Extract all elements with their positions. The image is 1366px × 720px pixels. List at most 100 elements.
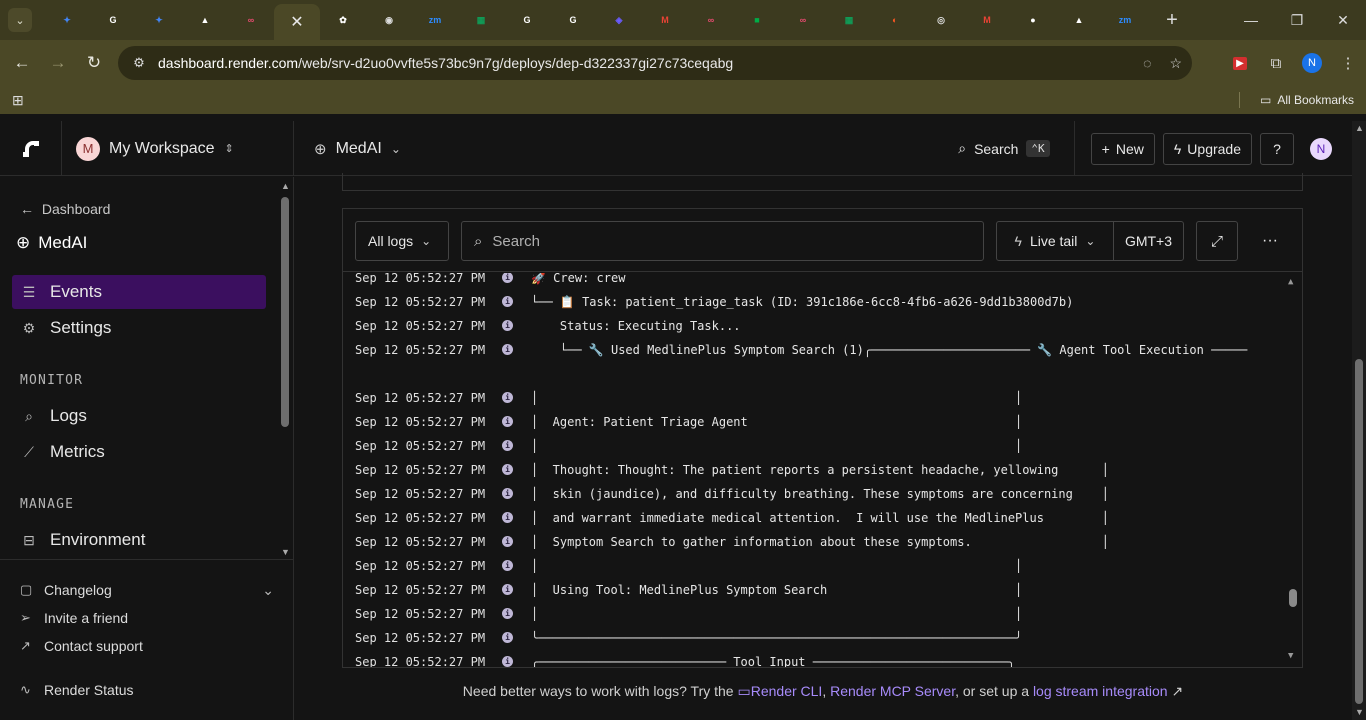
log-line: Sep 12 05:52:27 PM i │ skin (jaundice), an… <box>343 483 1283 507</box>
extensions-icon[interactable]: ⧉ <box>1258 55 1294 72</box>
zoom-icon: zm <box>428 15 442 25</box>
more-options-button[interactable]: ··· <box>1250 221 1290 261</box>
browser-tab[interactable]: ✿ <box>320 4 366 36</box>
extension-red-icon[interactable]: ▶ <box>1222 56 1258 70</box>
browser-tab[interactable]: ✦ <box>136 4 182 36</box>
sidebar-scrollbar[interactable]: ▲ ▼ <box>281 181 290 557</box>
log-line: Sep 12 05:52:27 PM i 🚀 Crew: crew <box>343 273 1283 291</box>
reload-icon[interactable]: ↻ <box>76 45 112 81</box>
header-divider <box>1073 121 1075 176</box>
global-search-button[interactable]: ⌕ Search ⌃K <box>958 140 1050 157</box>
tab-search-button[interactable]: ⌄ <box>8 8 32 32</box>
apps-grid-icon[interactable]: ⊞ <box>12 92 24 109</box>
sidebar-item-events[interactable]: ☰ Events <box>12 275 266 309</box>
browser-tab[interactable]: zm <box>1102 4 1148 36</box>
log-search-field[interactable]: ⌕ <box>461 221 984 261</box>
browser-tab[interactable]: M <box>642 4 688 36</box>
all-bookmarks-button[interactable]: ▭ All Bookmarks <box>1260 86 1354 114</box>
browser-tab[interactable]: ▲ <box>1056 4 1102 36</box>
new-button[interactable]: + New <box>1090 132 1155 165</box>
site-info-icon[interactable]: ⚙ <box>124 55 154 71</box>
browser-tab[interactable]: ▲ <box>182 4 228 36</box>
scroll-up-arrow[interactable]: ▲ <box>1355 123 1364 133</box>
browser-tab[interactable]: M <box>964 4 1010 36</box>
workspace-name: My Workspace <box>109 139 215 157</box>
browser-menu-icon[interactable]: ⋮ <box>1330 54 1366 72</box>
address-bar[interactable]: ⚙ dashboard.render.com/web/srv-d2uo0vvft… <box>118 46 1192 80</box>
page-scroll-thumb[interactable] <box>1355 359 1363 704</box>
browser-tab[interactable]: ◐ <box>872 4 918 36</box>
sidebar-item-environment[interactable]: ⊟ Environment <box>12 523 266 557</box>
contact-support-link[interactable]: ↗ Contact support <box>20 638 143 654</box>
ellipsis-icon: ··· <box>1262 232 1278 249</box>
fullscreen-button[interactable]: ⤢ <box>1196 221 1238 261</box>
browser-tab[interactable]: ✦ <box>44 4 90 36</box>
timezone-button[interactable]: GMT+3 <box>1114 222 1183 260</box>
url-text[interactable]: dashboard.render.com/web/srv-d2uo0vvfte5… <box>158 55 733 71</box>
sidebar-scroll-thumb[interactable] <box>281 197 289 427</box>
scroll-down-arrow[interactable]: ▼ <box>1288 651 1293 661</box>
browser-tab[interactable]: ◉ <box>366 4 412 36</box>
user-avatar[interactable]: N <box>1310 137 1332 160</box>
workspace-switcher[interactable]: M My Workspace ⇕ <box>62 121 294 176</box>
sidebar-item-settings[interactable]: ⚙ Settings <box>12 311 266 345</box>
log-stream-integration-link[interactable]: log stream integration <box>1033 683 1168 699</box>
browser-tab[interactable]: ▦ <box>826 4 872 36</box>
log-scroll-thumb[interactable] <box>1289 589 1297 607</box>
github-icon: ● <box>1030 15 1036 25</box>
browser-tab[interactable]: zm <box>412 4 458 36</box>
back-to-dashboard-link[interactable]: ← Dashboard <box>20 201 110 217</box>
render-logo[interactable] <box>0 121 62 176</box>
browser-tab[interactable]: ∞ <box>780 4 826 36</box>
scroll-down-arrow[interactable]: ▼ <box>1355 707 1364 717</box>
help-button[interactable]: ? <box>1260 132 1294 165</box>
log-filter-dropdown[interactable]: All logs ⌄ <box>355 221 449 261</box>
browser-tab[interactable]: ✕ <box>274 4 320 40</box>
metrics-icon: ⟋ <box>24 443 34 460</box>
log-message: │ Thought: Thought: The patient reports … <box>531 463 1109 477</box>
n8n-icon: ∞ <box>707 15 715 25</box>
render-mcp-link[interactable]: Render MCP Server <box>830 683 955 699</box>
close-window-icon[interactable]: ✕ <box>1320 0 1366 40</box>
browser-tab[interactable]: G <box>90 4 136 36</box>
browser-tab[interactable]: ∞ <box>688 4 734 36</box>
log-scrollbar[interactable]: ▲ ▼ <box>1288 277 1298 661</box>
eye-off-icon[interactable]: ◌ <box>1143 55 1151 71</box>
app-icon: ◐ <box>892 15 898 25</box>
render-cli-link[interactable]: Render CLI <box>751 683 823 699</box>
browser-tab[interactable]: ■ <box>734 4 780 36</box>
app-header: M My Workspace ⇕ ⊕ MedAI ⌄ ⌕ Search ⌃K +… <box>0 121 1352 176</box>
service-switcher[interactable]: ⊕ MedAI ⌄ <box>314 121 401 176</box>
scroll-up-arrow[interactable]: ▲ <box>281 181 290 191</box>
profile-avatar[interactable]: N <box>1294 53 1330 73</box>
bookmark-star-icon[interactable]: ☆ <box>1169 55 1182 72</box>
maximize-icon[interactable]: ❐ <box>1274 0 1320 40</box>
google-icon: G <box>569 15 577 25</box>
browser-tab[interactable]: ∞ <box>228 4 274 36</box>
sidebar-item-metrics[interactable]: ⟋ Metrics <box>12 435 266 469</box>
render-status-link[interactable]: ∿ Render Status <box>20 682 134 698</box>
sidebar-item-logs[interactable]: ⌕ Logs <box>12 399 266 433</box>
upgrade-button[interactable]: ϟ Upgrade <box>1162 132 1252 165</box>
back-icon[interactable]: ← <box>4 45 40 81</box>
log-timestamp: Sep 12 05:52:27 PM <box>355 487 486 501</box>
changelog-link[interactable]: ▢ Changelog ⌄ <box>20 582 274 599</box>
invite-friend-link[interactable]: ➢ Invite a friend <box>20 610 128 626</box>
browser-tab[interactable]: ◎ <box>918 4 964 36</box>
bookmarks-bar: ⊞ ▭ All Bookmarks <box>0 86 1366 114</box>
new-tab-button[interactable]: + <box>1158 6 1186 34</box>
browser-tab[interactable]: G <box>504 4 550 36</box>
changelog-icon: ▢ <box>20 582 33 597</box>
browser-tab[interactable]: ▦ <box>458 4 504 36</box>
minimize-icon[interactable]: — <box>1228 0 1274 40</box>
browser-tab[interactable]: ◈ <box>596 4 642 36</box>
forward-icon[interactable]: → <box>40 45 76 81</box>
browser-tab[interactable]: ● <box>1010 4 1056 36</box>
browser-tab[interactable]: G <box>550 4 596 36</box>
page-scrollbar[interactable]: ▲ ▼ <box>1352 121 1366 720</box>
scroll-down-arrow[interactable]: ▼ <box>281 547 290 557</box>
log-search-input[interactable] <box>492 232 953 250</box>
scroll-up-arrow[interactable]: ▲ <box>1288 277 1293 287</box>
live-tail-button[interactable]: ϟ Live tail ⌄ <box>997 222 1114 260</box>
close-icon[interactable]: ✕ <box>290 12 303 32</box>
